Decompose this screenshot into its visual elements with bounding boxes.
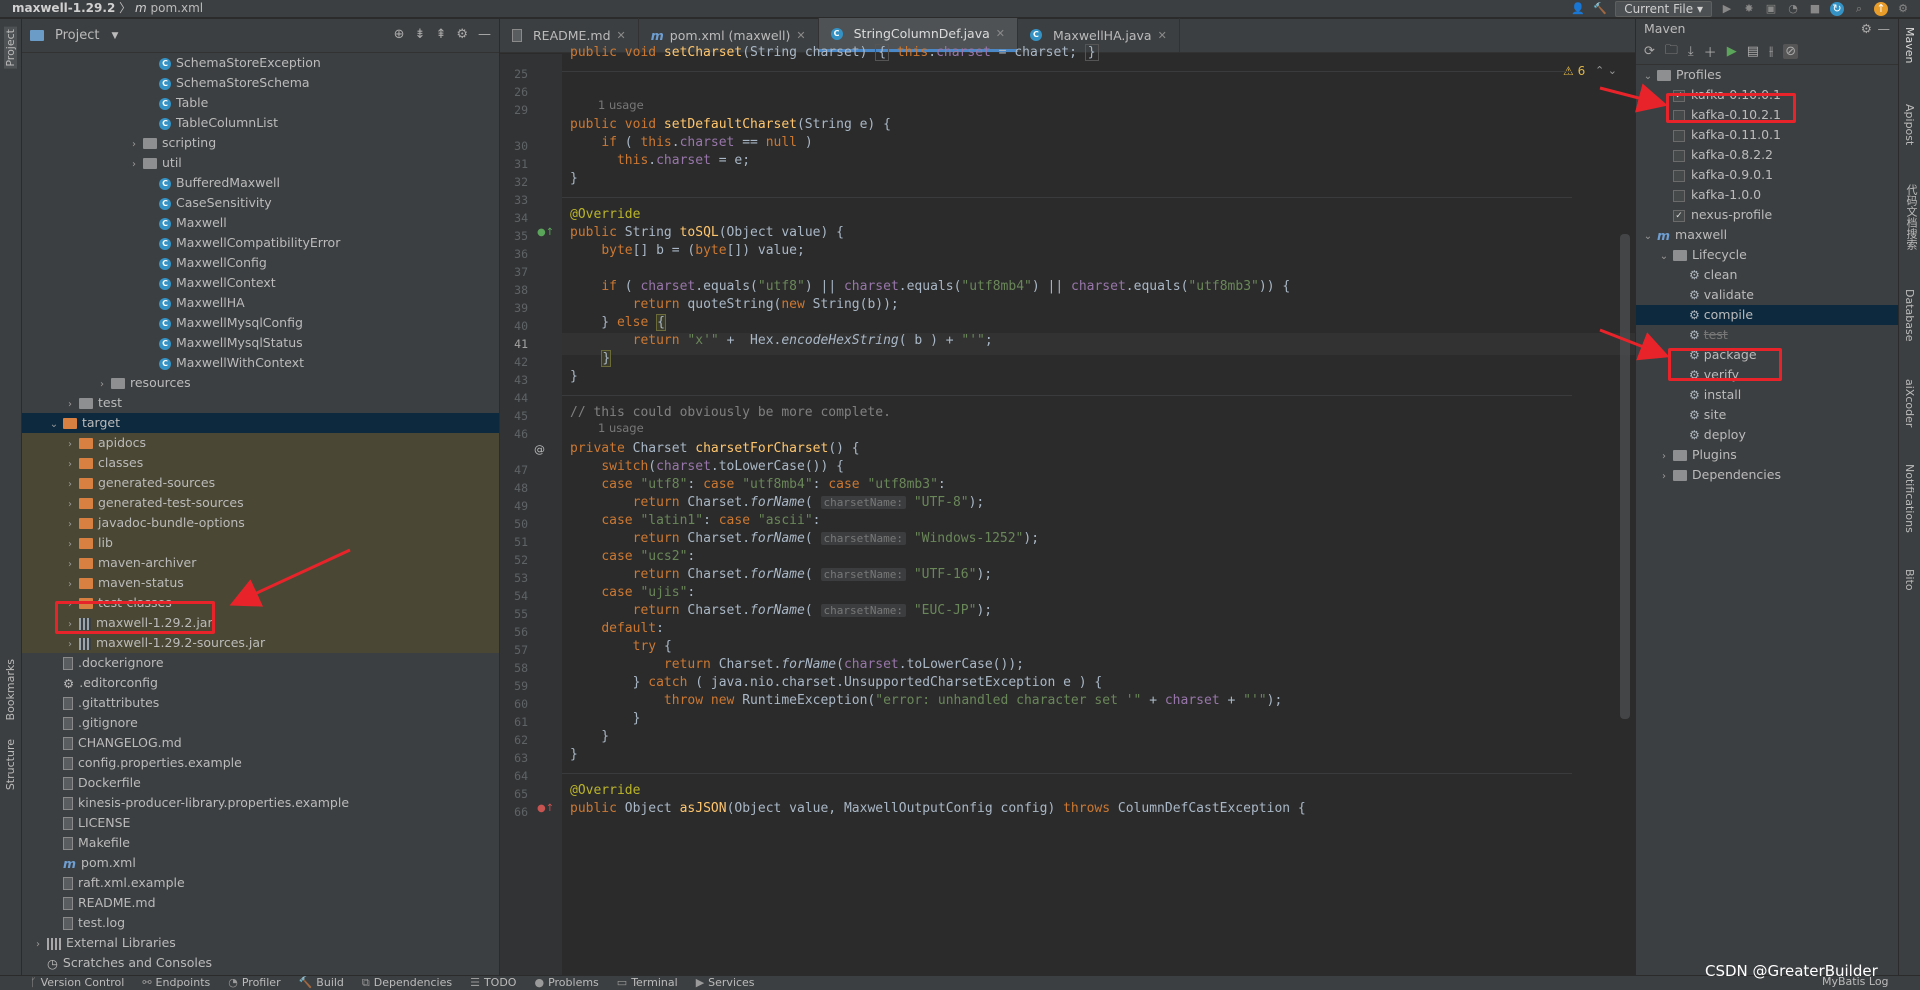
arrow-to-jar	[229, 548, 351, 607]
watermark: CSDN @GreaterBuilder	[1705, 962, 1878, 980]
annotation-arrows	[229, 83, 1670, 607]
arrow-to-package	[1599, 328, 1670, 361]
arrow-to-kafka	[1599, 83, 1668, 113]
